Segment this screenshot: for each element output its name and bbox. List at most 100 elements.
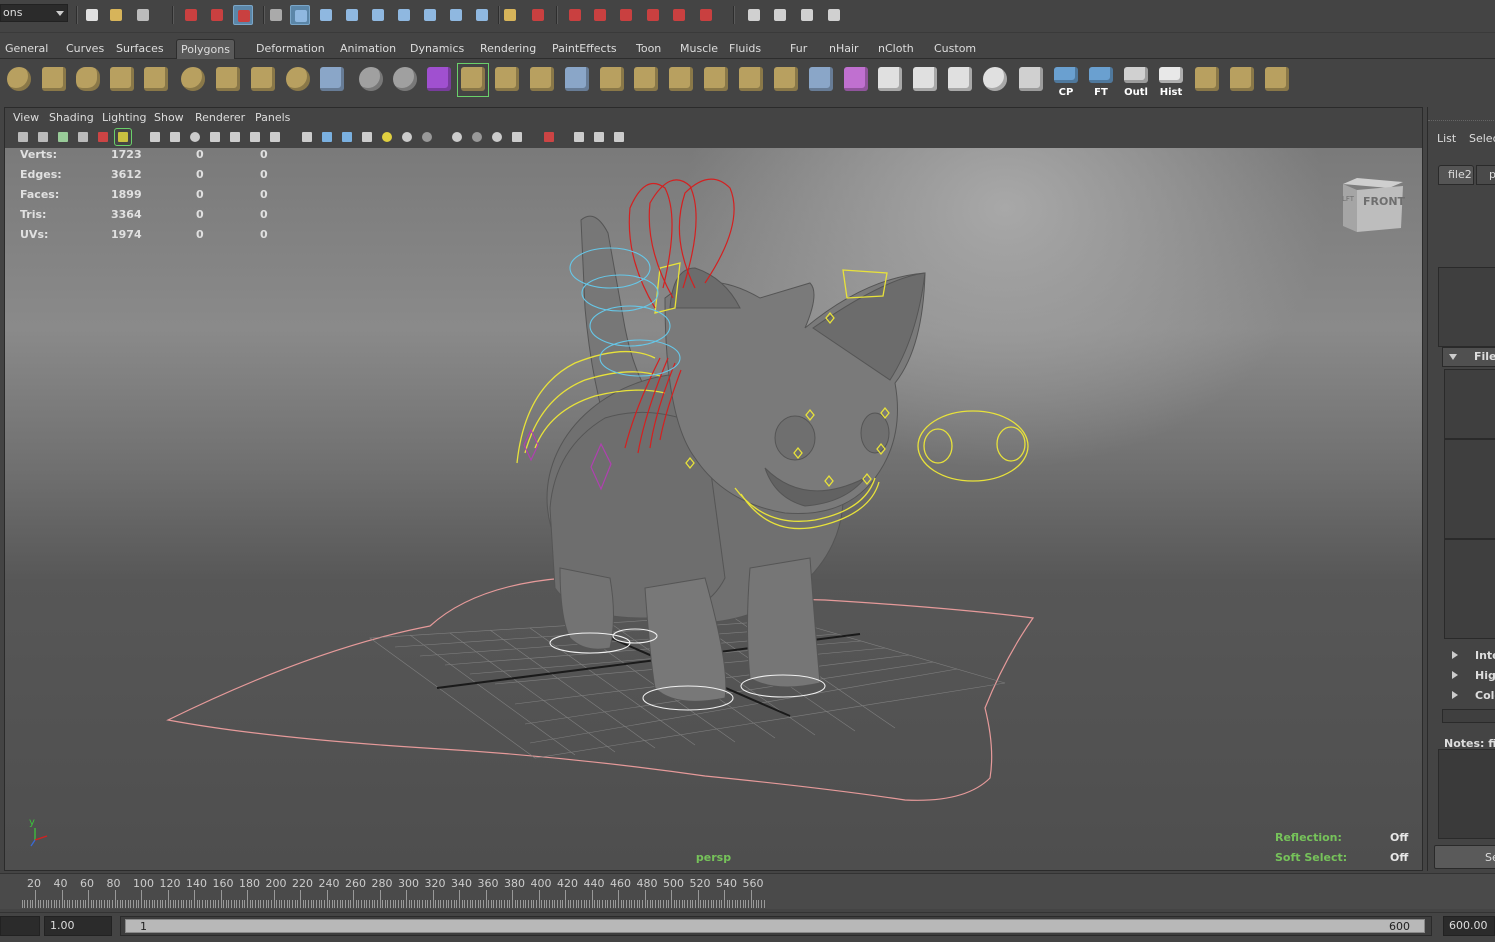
uv-texture-editor-icon[interactable] — [980, 64, 1010, 96]
bridge-icon[interactable] — [527, 64, 557, 96]
select-object-icon[interactable] — [207, 5, 227, 25]
poly-pipe-icon[interactable] — [248, 64, 278, 96]
kitten-mesh[interactable] — [546, 215, 926, 702]
panel-menu-lighting[interactable]: Lighting — [102, 111, 146, 124]
view-cube[interactable]: FRONT LFT — [1339, 176, 1405, 232]
ipr-render-icon[interactable] — [797, 5, 817, 25]
save-scene-icon[interactable] — [133, 5, 153, 25]
xray-active-components-icon[interactable] — [591, 129, 607, 145]
menu-set-dropdown[interactable]: ons — [0, 4, 68, 22]
select-button[interactable]: Se — [1434, 845, 1495, 869]
poly-pyramid-icon[interactable] — [213, 64, 243, 96]
wireframe-icon[interactable] — [299, 129, 315, 145]
render-frame-icon[interactable] — [770, 5, 790, 25]
harden-edge-icon[interactable] — [1227, 64, 1257, 96]
lock-selection-icon[interactable] — [500, 5, 520, 25]
panel-menu-view[interactable]: View — [13, 111, 39, 124]
shelf-tab-surfaces[interactable]: Surfaces — [112, 39, 168, 59]
append-to-polygon-icon[interactable] — [562, 64, 592, 96]
uv-normalize-icon[interactable] — [945, 64, 975, 96]
shelf-tab-muscle[interactable]: Muscle — [676, 39, 722, 59]
select-hierarchy-icon[interactable] — [181, 5, 201, 25]
select-surfaces-icon[interactable] — [368, 5, 388, 25]
open-scene-icon[interactable] — [106, 5, 126, 25]
select-component-icon[interactable] — [233, 5, 253, 25]
inte-section-header[interactable]: Inte — [1442, 647, 1495, 667]
select-misc-icon[interactable] — [472, 5, 492, 25]
shelf-tab-polygons[interactable]: Polygons — [176, 39, 235, 59]
smooth-shade-all-icon[interactable] — [319, 129, 335, 145]
gate-mask-icon[interactable] — [207, 129, 223, 145]
make-live-icon[interactable] — [669, 5, 689, 25]
xray-icon[interactable] — [541, 129, 557, 145]
reduce-icon[interactable] — [457, 63, 489, 97]
shelf-tab-nhair[interactable]: nHair — [825, 39, 863, 59]
colo-section-header[interactable]: Colo — [1442, 687, 1495, 707]
tab-file2[interactable]: file2 — [1438, 165, 1474, 185]
resolution-gate-icon[interactable] — [187, 129, 203, 145]
shelf-tab-rendering[interactable]: Rendering — [476, 39, 540, 59]
shelf-tab-custom[interactable]: Custom — [930, 39, 980, 59]
combine-icon[interactable] — [317, 64, 347, 96]
file-section-header[interactable]: File — [1442, 347, 1495, 367]
share-icon[interactable] — [611, 129, 627, 145]
offset-edge-loop-icon[interactable] — [666, 64, 696, 96]
shelf-tab-dynamics[interactable]: Dynamics — [406, 39, 468, 59]
history-shelf-button[interactable]: Hist — [1156, 64, 1186, 98]
normals-icon[interactable] — [1262, 64, 1292, 96]
selection-mask-dropdown-icon[interactable] — [266, 5, 286, 25]
select-camera-icon[interactable] — [15, 129, 31, 145]
motion-blur-icon[interactable] — [449, 129, 465, 145]
image-plane-icon[interactable] — [75, 129, 91, 145]
shelf-tab-ncloth[interactable]: nCloth — [874, 39, 918, 59]
ft-shelf-button[interactable]: FT — [1086, 64, 1116, 98]
poly-torus-icon[interactable] — [178, 64, 208, 96]
playback-end-field[interactable]: 600.00 — [1443, 916, 1495, 936]
extract-icon[interactable] — [390, 64, 420, 96]
shelf-tab-deformation[interactable]: Deformation — [252, 39, 329, 59]
bookmarks-icon[interactable] — [55, 129, 71, 145]
snap-to-curves-icon[interactable] — [590, 5, 610, 25]
grid-icon[interactable] — [147, 129, 163, 145]
start-time-field[interactable] — [0, 916, 40, 936]
range-bar[interactable]: 1 600 — [125, 919, 1425, 933]
panel-menu-renderer[interactable]: Renderer — [195, 111, 245, 124]
delete-edge-icon[interactable] — [771, 64, 801, 96]
bevel-icon[interactable] — [701, 64, 731, 96]
shadows-icon[interactable] — [399, 129, 415, 145]
poly-soccer-ball-icon[interactable] — [283, 64, 313, 96]
xray-joints-icon[interactable] — [571, 129, 587, 145]
select-rendering-icon[interactable] — [446, 5, 466, 25]
select-deformations-icon[interactable] — [394, 5, 414, 25]
time-slider[interactable]: 20 40 60 80 100 120 140 160 180 200 220 240 260 280 30… — [0, 873, 1495, 909]
panel-menu-show[interactable]: Show — [154, 111, 184, 124]
camera-attributes-icon[interactable] — [35, 129, 51, 145]
history-icon[interactable] — [696, 5, 716, 25]
playback-start-field[interactable]: 1.00 — [44, 916, 112, 936]
2d-pan-zoom-icon[interactable] — [95, 129, 111, 145]
horizontal-scrollbar[interactable] — [1442, 709, 1495, 723]
shelf-tab-fluids[interactable]: Fluids — [725, 39, 765, 59]
depth-of-field-icon[interactable] — [489, 129, 505, 145]
shelf-tab-fur[interactable]: Fur — [786, 39, 811, 59]
list-menu[interactable]: List — [1437, 132, 1456, 145]
merge-icon[interactable] — [736, 64, 766, 96]
separate-icon[interactable] — [356, 64, 386, 96]
uv-layout-icon[interactable] — [910, 64, 940, 96]
render-settings-icon[interactable] — [824, 5, 844, 25]
grease-pencil-icon[interactable] — [114, 128, 132, 146]
poly-sphere-icon[interactable] — [4, 64, 34, 96]
poly-cube-icon[interactable] — [39, 64, 69, 96]
film-gate-icon[interactable] — [167, 129, 183, 145]
safe-title-icon[interactable] — [267, 129, 283, 145]
outliner-shelf-button[interactable]: Outl — [1121, 64, 1151, 98]
safe-action-icon[interactable] — [247, 129, 263, 145]
highlight-selection-icon[interactable] — [528, 5, 548, 25]
shelf-tab-painteffects[interactable]: PaintEffects — [548, 39, 621, 59]
panel-menu-shading[interactable]: Shading — [49, 111, 94, 124]
split-polygon-icon[interactable] — [597, 64, 627, 96]
poly-cylinder-icon[interactable] — [73, 64, 103, 96]
snap-to-view-planes-icon[interactable] — [643, 5, 663, 25]
soften-edge-icon[interactable] — [1192, 64, 1222, 96]
panel-grip[interactable] — [1428, 107, 1495, 121]
